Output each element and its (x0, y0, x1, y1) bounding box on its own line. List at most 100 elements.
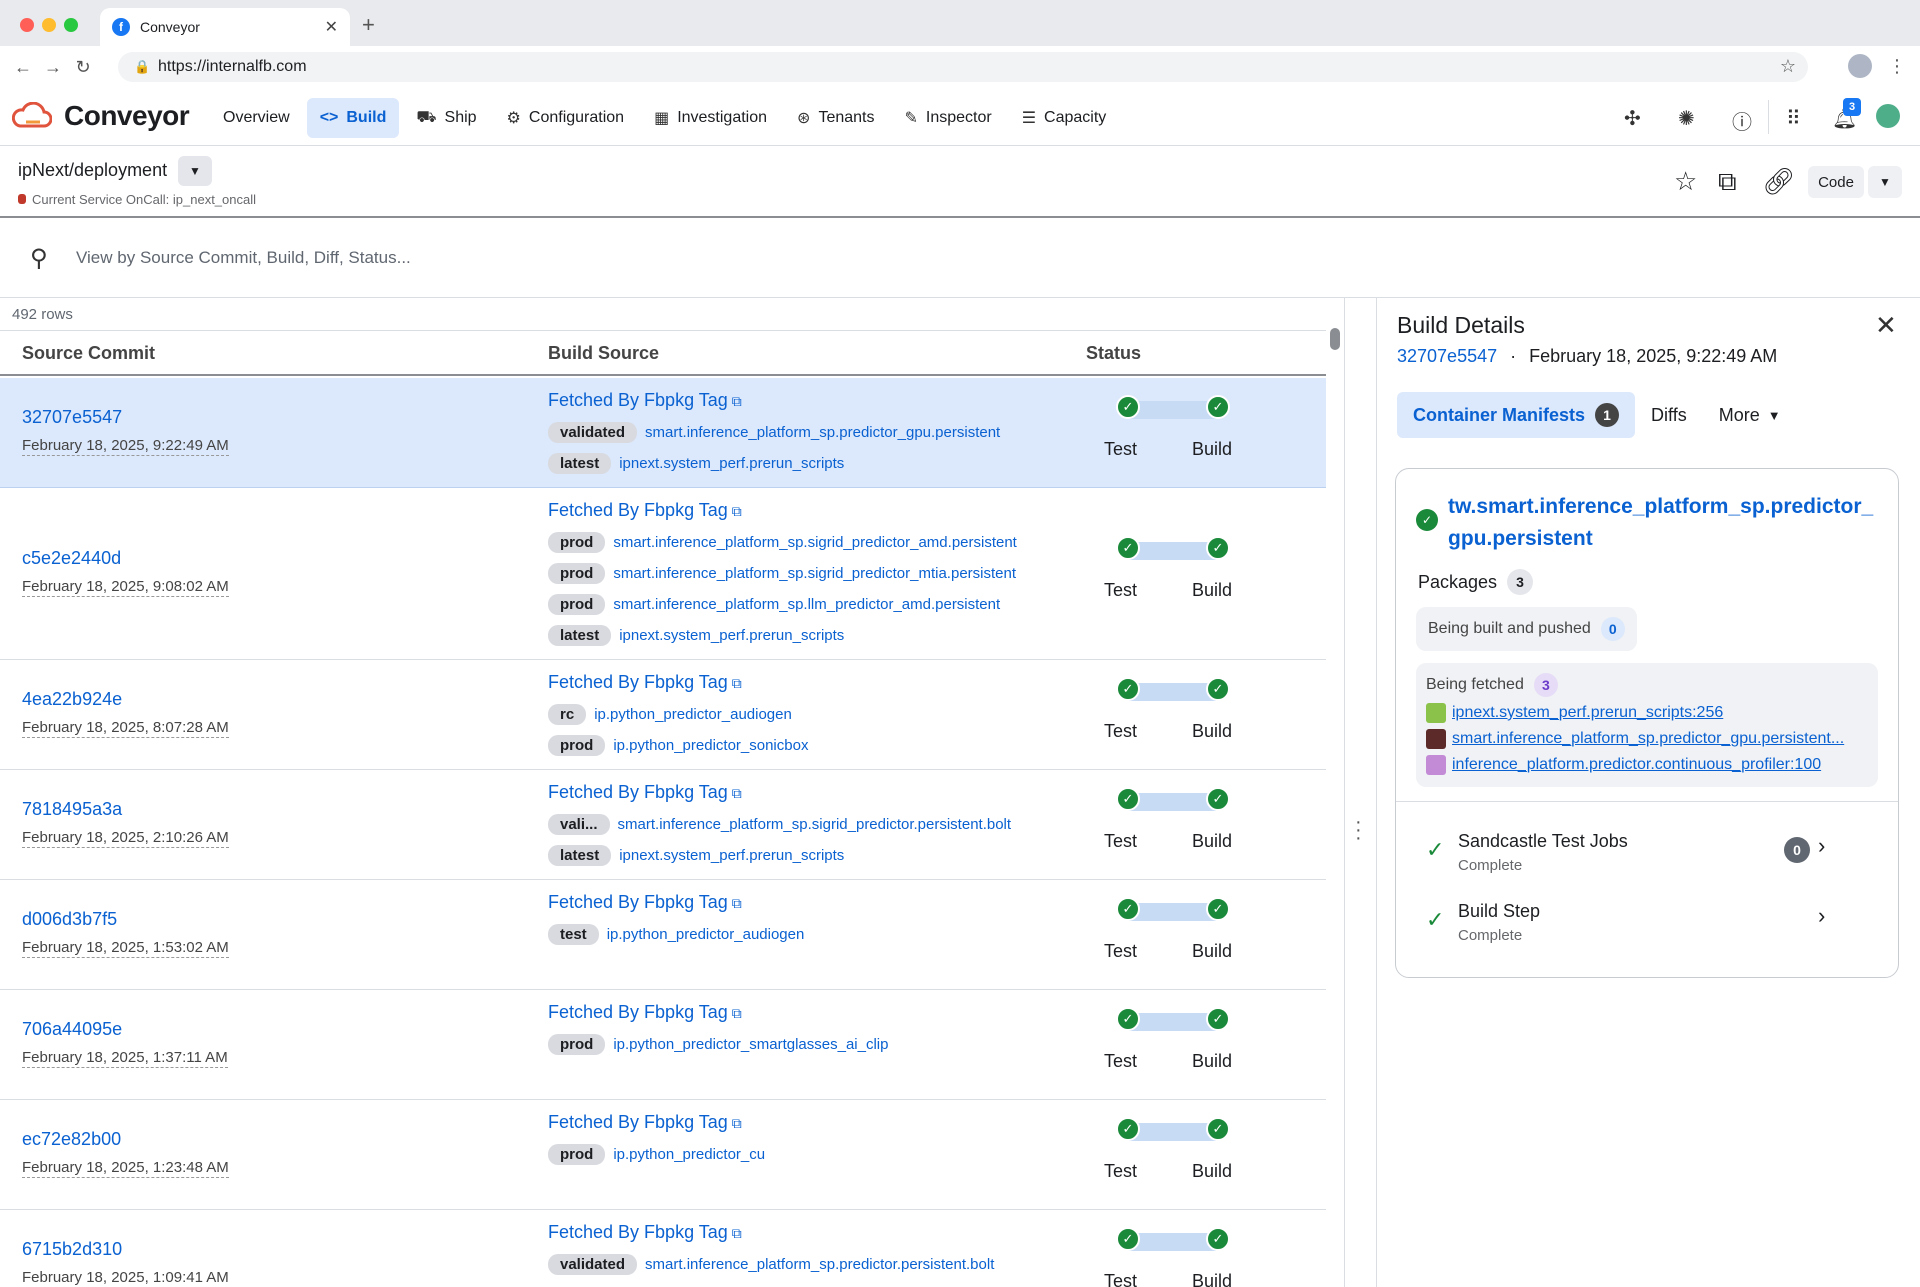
divider (1768, 100, 1769, 134)
package-link[interactable]: ipnext.system_perf.prerun_scripts (619, 455, 844, 472)
profile-avatar[interactable] (1848, 54, 1872, 78)
manifest-title[interactable]: tw.smart.inference_platform_sp.predictor… (1448, 491, 1878, 555)
commit-link[interactable]: d006d3b7f5 (22, 909, 117, 930)
user-avatar[interactable] (1876, 104, 1900, 128)
fetched-package-link[interactable]: smart.inference_platform_sp.predictor_gp… (1426, 729, 1866, 749)
fetch-tag-link[interactable]: Fetched By Fbpkg Tag ⧉ (548, 672, 742, 693)
app-header: Conveyor Overview <> Build ⛟ Ship ⚙ Configu… (0, 88, 1920, 146)
table-row[interactable]: 4ea22b924e February 18, 2025, 8:07:28 AM F… (0, 660, 1326, 770)
table-row[interactable]: 6715b2d310 February 18, 2025, 1:09:41 AM F… (0, 1210, 1326, 1287)
close-icon[interactable]: ✕ (325, 17, 338, 37)
nav-tenants[interactable]: ⊛ Tenants (784, 98, 887, 138)
nav-build[interactable]: <> Build (306, 98, 400, 138)
commit-link[interactable]: ec72e82b00 (22, 1129, 121, 1150)
package-link[interactable]: ip.python_predictor_smartglasses_ai_clip (613, 1036, 888, 1053)
code-button[interactable]: Code (1808, 166, 1864, 198)
package-tag: test (548, 923, 599, 945)
table-row[interactable]: ec72e82b00 February 18, 2025, 1:23:48 AM F… (0, 1100, 1326, 1210)
nav-inspector[interactable]: ✎ Inspector (891, 98, 1004, 138)
package-link[interactable]: smart.inference_platform_sp.predictor.pe… (645, 1256, 994, 1273)
table-row[interactable]: 7818495a3a February 18, 2025, 2:10:26 AM F… (0, 770, 1326, 880)
tab-more[interactable]: More ▼ (1703, 392, 1797, 438)
commit-link[interactable]: c5e2e2440d (22, 548, 121, 569)
fetched-package-link[interactable]: ipnext.system_perf.prerun_scripts:256 (1426, 703, 1866, 723)
fetch-tag-link[interactable]: Fetched By Fbpkg Tag ⧉ (548, 892, 742, 913)
close-icon[interactable]: ✕ (1875, 310, 1897, 341)
copy-icon[interactable]: ⧉ (1718, 166, 1737, 198)
package-link[interactable]: ipnext.system_perf.prerun_scripts (619, 847, 844, 864)
maximize-window-button[interactable] (64, 18, 78, 32)
status-pipeline[interactable]: ✓ Test ✓ Build (1104, 536, 1244, 606)
service-dropdown[interactable]: ▼ (178, 156, 212, 186)
package-link[interactable]: smart.inference_platform_sp.sigrid_predi… (613, 534, 1017, 551)
code-dropdown[interactable]: ▼ (1868, 166, 1902, 198)
package-link[interactable]: ip.python_predictor_audiogen (594, 706, 792, 723)
commit-link[interactable]: 4ea22b924e (22, 689, 122, 710)
fetch-tag-link[interactable]: Fetched By Fbpkg Tag ⧉ (548, 782, 742, 803)
help-icon[interactable]: ⓘ (1732, 106, 1752, 135)
link-icon[interactable]: 🔗︎ (1762, 166, 1795, 197)
star-icon[interactable]: ☆ (1674, 166, 1697, 197)
package-link[interactable]: ip.python_predictor_audiogen (607, 926, 805, 943)
satellite-icon[interactable]: ✣ (1624, 106, 1641, 131)
browser-tab[interactable]: f Conveyor ✕ (100, 8, 350, 46)
nav-capacity[interactable]: ☰ Capacity (1009, 98, 1120, 138)
scrollbar[interactable] (1330, 328, 1340, 350)
commit-link[interactable]: 32707e5547 (1397, 346, 1497, 366)
package-link[interactable]: ip.python_predictor_cu (613, 1146, 765, 1163)
bookmark-star-icon[interactable]: ☆ (1780, 56, 1796, 77)
package-link[interactable]: ipnext.system_perf.prerun_scripts (619, 627, 844, 644)
status-pipeline[interactable]: ✓ Test ✓ Build (1104, 897, 1244, 967)
tab-diffs[interactable]: Diffs (1635, 392, 1703, 438)
fetch-tag-link[interactable]: Fetched By Fbpkg Tag ⧉ (548, 1002, 742, 1023)
fetch-tag-link[interactable]: Fetched By Fbpkg Tag ⧉ (548, 500, 742, 521)
status-pipeline[interactable]: ✓ Test ✓ Build (1104, 395, 1244, 465)
close-window-button[interactable] (20, 18, 34, 32)
back-icon[interactable]: ← (8, 57, 38, 78)
apps-grid-icon[interactable]: ⠿ (1786, 106, 1801, 131)
fetched-package-link[interactable]: inference_platform.predictor.continuous_… (1426, 755, 1866, 775)
status-pipeline[interactable]: ✓ Test ✓ Build (1104, 1227, 1244, 1287)
table-row[interactable]: c5e2e2440d February 18, 2025, 9:08:02 AM F… (0, 488, 1326, 660)
status-pipeline[interactable]: ✓ Test ✓ Build (1104, 677, 1244, 747)
column-header[interactable]: Source Commit (22, 343, 155, 364)
table-row[interactable]: d006d3b7f5 February 18, 2025, 1:53:02 AM F… (0, 880, 1326, 990)
fetch-tag-link[interactable]: Fetched By Fbpkg Tag ⧉ (548, 1222, 742, 1243)
fetch-tag-link[interactable]: Fetched By Fbpkg Tag ⧉ (548, 390, 742, 411)
package-link[interactable]: smart.inference_platform_sp.predictor_gp… (645, 424, 1000, 441)
commit-link[interactable]: 706a44095e (22, 1019, 122, 1040)
nav-ship[interactable]: ⛟ Ship (403, 98, 489, 138)
status-pipeline[interactable]: ✓ Test ✓ Build (1104, 1117, 1244, 1187)
forward-icon[interactable]: → (38, 57, 68, 78)
column-header[interactable]: Status (1086, 343, 1141, 364)
package-link[interactable]: smart.inference_platform_sp.sigrid_predi… (618, 816, 1012, 833)
minimize-window-button[interactable] (42, 18, 56, 32)
package-tag: prod (548, 1143, 606, 1165)
table-row[interactable]: 706a44095e February 18, 2025, 1:37:11 AM F… (0, 990, 1326, 1100)
package-link[interactable]: smart.inference_platform_sp.llm_predicto… (613, 596, 1000, 613)
column-header[interactable]: Build Source (548, 343, 659, 364)
new-tab-button[interactable]: + (362, 12, 375, 38)
package-link[interactable]: ip.python_predictor_sonicbox (613, 737, 808, 754)
status-pipeline[interactable]: ✓ Test ✓ Build (1104, 787, 1244, 857)
fetch-tag-link[interactable]: Fetched By Fbpkg Tag ⧉ (548, 1112, 742, 1133)
nav-overview[interactable]: Overview (210, 98, 303, 138)
bug-icon[interactable]: ✺ (1678, 106, 1695, 131)
search-bar[interactable]: ⚲ View by Source Commit, Build, Diff, St… (0, 218, 1920, 298)
commit-link[interactable]: 32707e5547 (22, 407, 122, 428)
built-pushed-group[interactable]: Being built and pushed 0 (1416, 607, 1637, 651)
nav-configuration[interactable]: ⚙ Configuration (494, 98, 638, 138)
table-row[interactable]: 32707e5547 February 18, 2025, 9:22:49 AM F… (0, 378, 1326, 488)
conveyor-logo[interactable]: Conveyor (12, 100, 190, 132)
address-bar[interactable]: 🔒 https://internalfb.com ☆ (118, 52, 1808, 82)
reload-icon[interactable]: ↻ (68, 57, 98, 78)
commit-link[interactable]: 7818495a3a (22, 799, 122, 820)
package-entry: prod smart.inference_platform_sp.sigrid_p… (548, 530, 1017, 554)
tab-container-manifests[interactable]: Container Manifests 1 (1397, 392, 1636, 438)
status-pipeline[interactable]: ✓ Test ✓ Build (1104, 1007, 1244, 1077)
commit-link[interactable]: 6715b2d310 (22, 1239, 122, 1260)
resize-handle[interactable]: · · · (1355, 812, 1362, 848)
package-link[interactable]: smart.inference_platform_sp.sigrid_predi… (613, 565, 1016, 582)
browser-menu-icon[interactable]: ⋮ (1888, 56, 1906, 77)
nav-investigation[interactable]: ▦ Investigation (641, 98, 780, 138)
